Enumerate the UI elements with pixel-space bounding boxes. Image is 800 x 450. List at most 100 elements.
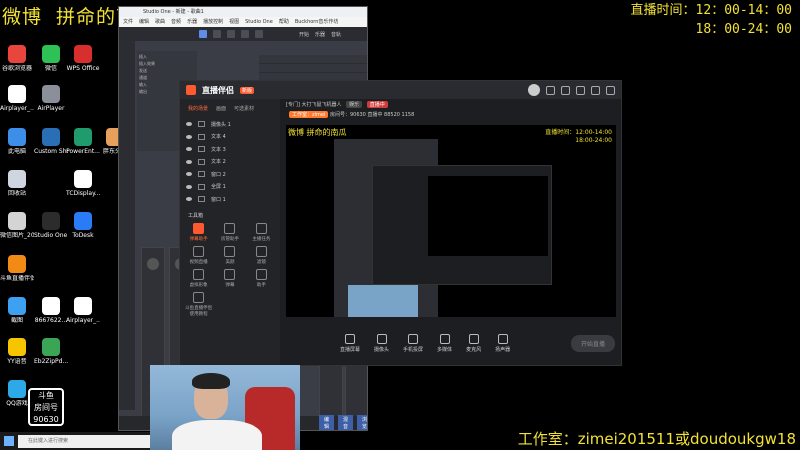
desktop-icon[interactable]: Studio One - 快捷方式 (34, 212, 68, 239)
start-live-button[interactable]: 开始直播 (570, 334, 615, 352)
app-icon (8, 338, 26, 356)
inspector-row[interactable]: 插入 (139, 53, 195, 60)
room-title[interactable]: [专门] 大打飞鼠飞机器人 (286, 102, 342, 108)
capture-control[interactable]: 麦克风 (466, 333, 481, 353)
eye-icon[interactable] (186, 147, 192, 152)
desktop-icon[interactable]: Airplayer_... (0, 85, 34, 112)
desktop-icon[interactable]: 回收站 (0, 170, 34, 197)
desktop-icon[interactable]: Eb2ZipPd... (34, 338, 68, 365)
toolbox-item[interactable]: 房管助手 (215, 222, 244, 242)
toolbar-label-track[interactable]: 音轨 (331, 31, 341, 38)
avatar[interactable] (528, 84, 540, 96)
eye-icon[interactable] (186, 197, 192, 202)
arrange-lane[interactable] (259, 64, 367, 73)
layer-item[interactable]: 文本 2 (180, 156, 280, 169)
live-companion-window[interactable]: 直播伴侣 新版 我的场景 画面 可选素材 摄像头 1 文本 4 文本 3 文本 2 窗口… (179, 80, 622, 366)
studio-menu-item[interactable]: 乐器 (187, 17, 197, 27)
layer-item[interactable]: 全屏 1 (180, 181, 280, 194)
tab-materials[interactable]: 可选素材 (234, 105, 254, 112)
pan-knob-icon[interactable] (147, 258, 159, 270)
tab-mix[interactable]: 混音 (338, 415, 354, 430)
studio-menu-item[interactable]: 编辑 (139, 17, 149, 27)
paint-tool-icon[interactable] (255, 30, 263, 38)
control-label: 摄像头 (374, 346, 390, 353)
control-icon (376, 333, 387, 344)
windows-taskbar: 在此键入进行搜索 (0, 432, 150, 450)
studio-menu-item[interactable]: 播放控制 (203, 17, 223, 27)
desktop-icon[interactable]: 斗鱼直播伴侣 (0, 255, 34, 282)
arrange-lane[interactable] (259, 55, 367, 64)
layer-item[interactable]: 文本 4 (180, 131, 280, 144)
tab-canvas[interactable]: 画面 (216, 105, 226, 112)
eye-icon[interactable] (186, 172, 192, 177)
eye-icon[interactable] (186, 184, 192, 189)
tab-edit[interactable]: 编辑 (319, 415, 335, 430)
toolbox-item[interactable]: 视频直播 (184, 245, 213, 265)
toolbar-label-start[interactable]: 开始 (299, 31, 309, 38)
toolbox-item[interactable]: 美颜 (215, 245, 244, 265)
desktop-icon[interactable]: 谷歌浏览器 (0, 45, 34, 72)
desktop-icon[interactable]: Airplayer_... (66, 297, 100, 324)
mail-icon[interactable] (561, 85, 570, 95)
desktop-icon[interactable]: AirPlayer (34, 85, 68, 112)
layer-item[interactable]: 窗口 2 (180, 168, 280, 181)
toolbox-item[interactable]: 滤镜 (247, 245, 276, 265)
eraser-tool-icon[interactable] (241, 30, 249, 38)
inspector-row[interactable]: 插入效果 (139, 60, 195, 67)
capture-control[interactable]: 直播屏幕 (340, 333, 360, 353)
toolbar-label-instrument[interactable]: 乐器 (315, 31, 325, 38)
eye-icon[interactable] (186, 159, 192, 164)
studio-menu-item[interactable]: 音频 (171, 17, 181, 27)
close-icon[interactable] (606, 85, 615, 95)
studio-menu-item[interactable]: Studio One (245, 17, 273, 27)
desktop-icon[interactable]: WPS Office (66, 45, 100, 72)
gift-icon[interactable] (546, 85, 555, 95)
desktop-icon[interactable]: ToDesk (66, 212, 100, 239)
studio-title-bar[interactable]: Studio One - 新建 - 歌曲1 (119, 7, 367, 17)
eye-icon[interactable] (186, 122, 192, 127)
app-icon (8, 85, 26, 103)
capture-control[interactable]: 手机投屏 (403, 333, 423, 353)
tool-label: 滤镜 (256, 259, 266, 265)
eye-icon[interactable] (186, 134, 192, 139)
room-meta-number: 房间号：90630 (329, 112, 366, 118)
stream-preview[interactable]: 微博 拼命的南瓜 直播时间：12:00-14:00 18:00-24:00 (286, 125, 616, 317)
toolbox-item[interactable]: 弹幕助手 (184, 222, 213, 242)
desktop-icon[interactable]: TCDisplay... (1) (66, 170, 100, 197)
arrow-tool-icon[interactable] (199, 30, 207, 38)
range-tool-icon[interactable] (213, 30, 221, 38)
studio-menu-item[interactable]: 文件 (123, 17, 133, 27)
studio-menu-item[interactable]: 帮助 (279, 17, 289, 27)
toolbox-item[interactable]: 主播任务 (247, 222, 276, 242)
settings-icon[interactable] (576, 85, 585, 95)
tool-label: 助手 (256, 282, 266, 288)
pencil-tool-icon[interactable] (227, 30, 235, 38)
windows-start-icon[interactable] (4, 436, 14, 446)
capture-control[interactable]: 摄像头 (374, 333, 390, 353)
minimize-icon[interactable] (591, 85, 600, 95)
desktop-icon[interactable]: 此电脑 (0, 128, 34, 155)
desktop-icon[interactable]: 微信 (34, 45, 68, 72)
desktop-icon[interactable]: Custom Shop (34, 128, 68, 155)
tab-my-scene[interactable]: 我的场景 (188, 105, 208, 112)
inspector-row[interactable]: 发送 (139, 67, 195, 74)
toolbox-item[interactable]: 助手 (247, 268, 276, 288)
studio-menu-item[interactable]: Buckhorn音乐作坊 (295, 17, 339, 27)
tab-browse[interactable]: 浏览 (357, 415, 367, 430)
layer-item[interactable]: 窗口 1 (180, 193, 280, 206)
layer-item[interactable]: 摄像头 1 (180, 118, 280, 131)
desktop-icon[interactable]: 截图 (0, 297, 34, 324)
desktop-icon[interactable]: 微信图片_2022040... (0, 212, 34, 239)
desktop-icon[interactable]: 8667622... (34, 297, 68, 324)
studio-menu-item[interactable]: 歌曲 (155, 17, 165, 27)
desktop-icon[interactable]: PowerEnt... (66, 128, 100, 155)
capture-control[interactable]: 多媒体 (437, 333, 452, 353)
studio-menu-item[interactable]: 视图 (229, 17, 239, 27)
toolbox-item[interactable]: 虚拟形象 (184, 268, 213, 288)
capture-control[interactable]: 扬声器 (495, 333, 510, 353)
toolbox-item[interactable]: 斗鱼直播伴侣使用教程 (184, 291, 213, 317)
toolbox-item[interactable]: 弹幕 (215, 268, 244, 288)
desktop-icon[interactable]: YY语音 (0, 338, 34, 365)
layer-item[interactable]: 文本 3 (180, 143, 280, 156)
taskbar-search-input[interactable]: 在此键入进行搜索 (18, 434, 150, 448)
